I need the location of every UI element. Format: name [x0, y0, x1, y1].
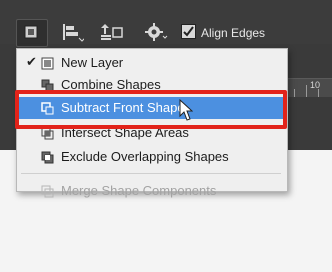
gear-icon [145, 23, 168, 41]
subtract-front-shape-icon [41, 102, 54, 115]
combine-shapes-icon [41, 79, 54, 92]
checkmark-icon [183, 26, 194, 37]
path-operations-icon [24, 25, 38, 39]
align-edges-label: Align Edges [201, 26, 266, 40]
menu-item-label: Intersect Shape Areas [61, 125, 189, 140]
path-alignment-button[interactable] [58, 22, 86, 44]
menu-separator [21, 173, 281, 174]
merge-shape-components-icon [41, 185, 54, 198]
menu-item-combine-shapes[interactable]: Combine Shapes [17, 75, 287, 95]
intersect-shape-areas-icon [41, 127, 54, 140]
align-edges-checkbox[interactable] [181, 24, 196, 39]
path-operations-menu: ✔ New Layer Combine Shapes Subtract Fron… [16, 48, 288, 198]
ruler-label: 10 [310, 80, 321, 90]
path-arrangement-button[interactable] [97, 22, 127, 44]
check-icon: ✔ [26, 54, 37, 69]
path-alignment-icon [63, 24, 86, 42]
path-arrangement-icon [101, 24, 123, 40]
new-layer-icon [41, 57, 54, 70]
menu-item-subtract-front-shape[interactable]: Subtract Front Shape [17, 97, 287, 119]
menu-item-merge-shape-components: Merge Shape Components [17, 181, 287, 201]
menu-item-new-layer[interactable]: ✔ New Layer [17, 53, 287, 73]
exclude-overlapping-shapes-icon [41, 151, 54, 164]
menu-item-label: Merge Shape Components [61, 183, 217, 198]
settings-button[interactable] [144, 22, 168, 44]
mouse-cursor-icon [179, 99, 193, 121]
menu-item-intersect-shape-areas[interactable]: Intersect Shape Areas [17, 123, 287, 143]
menu-item-label: Combine Shapes [61, 77, 161, 92]
menu-item-label: New Layer [61, 55, 124, 70]
menu-item-exclude-overlapping-shapes[interactable]: Exclude Overlapping Shapes [17, 147, 287, 167]
options-bar: Align Edges [0, 0, 332, 47]
menu-item-label: Subtract Front Shape [61, 100, 185, 115]
path-operations-button[interactable] [16, 19, 48, 47]
menu-item-label: Exclude Overlapping Shapes [61, 149, 229, 164]
